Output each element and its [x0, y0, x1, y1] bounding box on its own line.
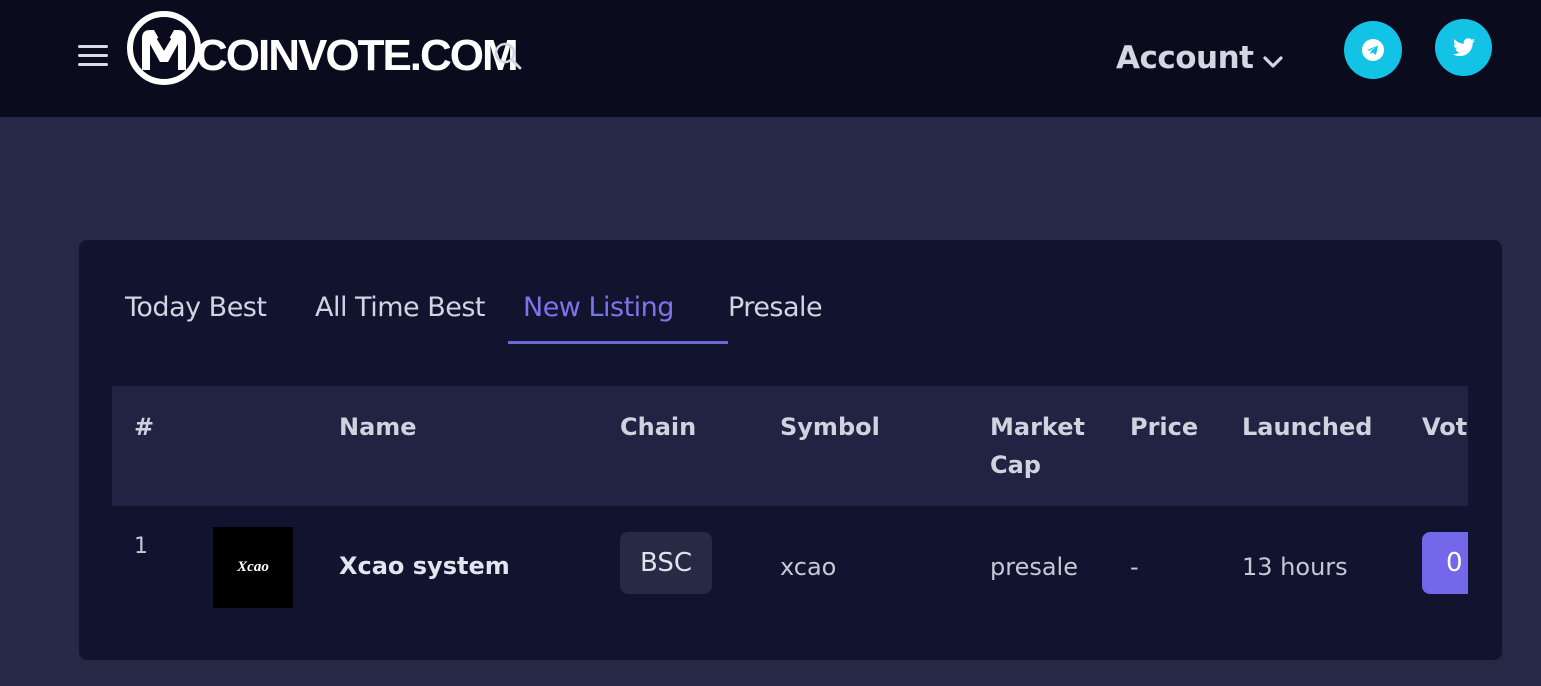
top-navbar: COINVOTE.COM Account — [0, 0, 1541, 117]
column-header-symbol[interactable]: Symbol — [780, 408, 880, 446]
account-label: Account — [1116, 40, 1254, 76]
coin-name-link[interactable]: Xcao system — [339, 552, 510, 580]
telegram-button[interactable] — [1344, 21, 1402, 79]
column-header-launched[interactable]: Launched — [1242, 408, 1372, 446]
twitter-icon — [1452, 37, 1475, 56]
coin-market-cap: presale — [990, 553, 1078, 581]
column-header-market-cap[interactable]: Market Cap — [990, 408, 1085, 484]
tab-presale[interactable]: Presale — [728, 288, 868, 344]
column-header-price[interactable]: Price — [1130, 408, 1198, 446]
column-header-rank[interactable]: # — [134, 408, 154, 446]
coin-logo[interactable]: Xcao — [213, 527, 293, 608]
chain-badge: BSC — [620, 532, 712, 594]
listing-card: Today Best All Time Best New Listing Pre… — [79, 240, 1502, 660]
search-icon[interactable] — [492, 40, 524, 72]
coin-symbol: xcao — [780, 553, 837, 581]
column-header-votes[interactable]: Vot — [1422, 408, 1467, 446]
hamburger-menu-icon[interactable] — [76, 43, 110, 69]
coin-launched: 13 hours — [1242, 553, 1348, 581]
coin-price: - — [1130, 553, 1139, 581]
column-header-market-cap-line1: Market — [990, 413, 1085, 441]
column-header-chain[interactable]: Chain — [620, 408, 696, 446]
listing-tabs: Today Best All Time Best New Listing Pre… — [125, 288, 868, 344]
tab-all-time-best[interactable]: All Time Best — [315, 288, 523, 344]
twitter-button[interactable] — [1435, 19, 1492, 76]
telegram-icon — [1362, 39, 1384, 61]
column-header-market-cap-line2: Cap — [990, 451, 1041, 479]
vote-button[interactable]: 0 — [1422, 532, 1468, 594]
tab-new-listing[interactable]: New Listing — [508, 288, 728, 344]
coinvote-logo-icon[interactable] — [124, 8, 204, 88]
coin-logo-text: Xcao — [237, 559, 269, 575]
column-header-name[interactable]: Name — [339, 408, 417, 446]
row-rank: 1 — [134, 534, 148, 559]
chevron-down-icon — [1262, 56, 1283, 68]
account-dropdown[interactable]: Account — [1116, 36, 1284, 80]
coin-table: # Name Chain Symbol Market Cap Price Lau… — [112, 386, 1468, 686]
table-header: # Name Chain Symbol Market Cap Price Lau… — [112, 386, 1468, 506]
table-row[interactable]: 1 Xcao Xcao system BSC xcao presale - 13… — [112, 506, 1468, 686]
logo-wordmark[interactable]: COINVOTE.COM — [196, 26, 519, 86]
tab-today-best[interactable]: Today Best — [125, 288, 315, 344]
